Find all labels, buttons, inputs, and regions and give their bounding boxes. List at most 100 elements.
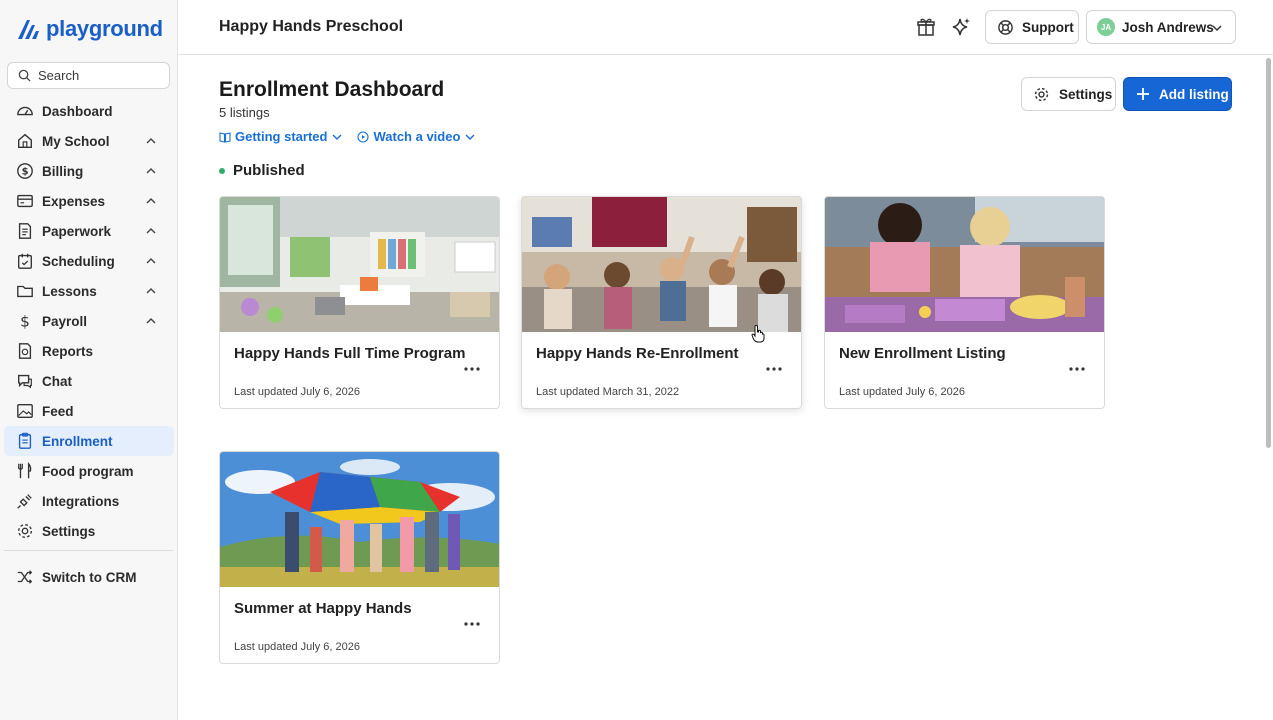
published-section-header: Published	[219, 162, 305, 179]
clipboard-icon	[15, 431, 35, 451]
play-circle-icon	[357, 130, 370, 143]
chevron-up-icon[interactable]	[145, 165, 157, 177]
more-options-icon[interactable]	[765, 363, 783, 375]
sidebar: playground Dashboard My School $ Billing…	[0, 0, 178, 720]
dollar-circle-icon: $	[15, 161, 35, 181]
search-box[interactable]	[7, 62, 170, 89]
shuffle-icon	[15, 567, 35, 587]
chevron-down-icon	[1212, 25, 1222, 32]
listing-title: Happy Hands Re-Enrollment	[536, 345, 739, 362]
section-label: Published	[233, 162, 305, 179]
settings-label: Settings	[1059, 86, 1113, 102]
plug-icon	[15, 491, 35, 511]
sidebar-item-my-school[interactable]: My School	[4, 126, 174, 156]
switch-to-crm-button[interactable]: Switch to CRM	[4, 562, 174, 592]
sidebar-item-label: Scheduling	[42, 253, 115, 269]
listing-card[interactable]: New Enrollment Listing Last updated July…	[824, 196, 1105, 409]
sidebar-item-label: My School	[42, 133, 110, 149]
watch-video-link[interactable]: Watch a video	[357, 129, 476, 144]
scrollbar[interactable]	[1263, 56, 1273, 720]
gift-icon[interactable]	[916, 17, 936, 37]
sidebar-item-label: Feed	[42, 403, 74, 419]
sidebar-item-settings[interactable]: Settings	[4, 516, 174, 546]
sidebar-item-food-program[interactable]: Food program	[4, 456, 174, 486]
listing-updated: Last updated July 6, 2026	[234, 641, 360, 653]
scrollbar-thumb[interactable]	[1266, 58, 1271, 448]
playground-logo-icon	[18, 20, 39, 39]
sidebar-item-integrations[interactable]: Integrations	[4, 486, 174, 516]
chevron-up-icon[interactable]	[145, 225, 157, 237]
getting-started-label: Getting started	[235, 129, 328, 144]
sidebar-item-label: Chat	[42, 373, 72, 389]
sidebar-item-label: Reports	[42, 343, 94, 359]
listing-image-kids-circle	[522, 197, 801, 332]
sidebar-item-reports[interactable]: Reports	[4, 336, 174, 366]
switch-to-crm-label: Switch to CRM	[42, 569, 137, 585]
listing-updated: Last updated July 6, 2026	[839, 386, 965, 398]
school-name: Happy Hands Preschool	[219, 18, 404, 35]
chevron-up-icon[interactable]	[145, 285, 157, 297]
sidebar-item-label: Dashboard	[42, 103, 113, 119]
listing-updated: Last updated July 6, 2026	[234, 386, 360, 398]
sidebar-nav: Dashboard My School $ Billing Expenses P…	[4, 96, 174, 546]
page-title: Enrollment Dashboard	[219, 78, 445, 101]
document-icon	[15, 221, 35, 241]
chevron-down-icon	[332, 134, 342, 140]
add-listing-button[interactable]: Add listing	[1123, 77, 1232, 111]
listing-card[interactable]: Happy Hands Full Time Program Last updat…	[219, 196, 500, 409]
getting-started-link[interactable]: Getting started	[219, 129, 343, 144]
more-options-icon[interactable]	[1068, 363, 1086, 375]
listing-title: Happy Hands Full Time Program	[234, 345, 466, 362]
search-input[interactable]	[38, 68, 158, 83]
logo[interactable]: playground	[16, 16, 163, 42]
dashboard-icon	[15, 101, 35, 121]
sidebar-item-label: Settings	[42, 523, 96, 539]
sidebar-item-expenses[interactable]: Expenses	[4, 186, 174, 216]
sidebar-item-enrollment[interactable]: Enrollment	[4, 426, 174, 456]
home-icon	[15, 131, 35, 151]
calendar-icon	[15, 251, 35, 271]
chat-icon	[15, 371, 35, 391]
more-options-icon[interactable]	[463, 363, 481, 375]
sparkle-icon[interactable]	[950, 16, 972, 38]
listing-card[interactable]: Summer at Happy Hands Last updated July …	[219, 451, 500, 664]
listing-updated: Last updated March 31, 2022	[536, 386, 680, 398]
utensils-icon	[15, 461, 35, 481]
sidebar-item-chat[interactable]: Chat	[4, 366, 174, 396]
listing-image-playdough	[825, 197, 1104, 332]
sidebar-item-billing[interactable]: $ Billing	[4, 156, 174, 186]
gear-icon	[15, 521, 35, 541]
user-menu-button[interactable]: JA Josh Andrews	[1086, 10, 1236, 44]
support-button[interactable]: Support	[985, 10, 1079, 44]
sidebar-item-label: Integrations	[42, 493, 120, 509]
sidebar-item-paperwork[interactable]: Paperwork	[4, 216, 174, 246]
listing-title: Summer at Happy Hands	[234, 600, 412, 617]
chevron-up-icon[interactable]	[145, 255, 157, 267]
image-icon	[15, 401, 35, 421]
folder-icon	[15, 281, 35, 301]
search-icon	[18, 69, 31, 82]
sidebar-item-lessons[interactable]: Lessons	[4, 276, 174, 306]
listing-count: 5 listings	[219, 105, 270, 120]
topbar: Happy Hands Preschool Support JA Josh An…	[178, 0, 1273, 55]
chevron-up-icon[interactable]	[145, 315, 157, 327]
listing-card[interactable]: Happy Hands Re-Enrollment Last updated M…	[521, 196, 802, 409]
listing-image-classroom	[220, 197, 499, 332]
more-options-icon[interactable]	[463, 618, 481, 630]
sidebar-item-label: Enrollment	[42, 433, 113, 449]
chevron-up-icon[interactable]	[145, 135, 157, 147]
status-dot	[219, 167, 225, 174]
sidebar-item-label: Paperwork	[42, 223, 112, 239]
avatar: JA	[1097, 18, 1115, 36]
chevron-up-icon[interactable]	[145, 195, 157, 207]
sidebar-item-dashboard[interactable]: Dashboard	[4, 96, 174, 126]
watch-video-label: Watch a video	[373, 129, 461, 144]
sidebar-divider	[4, 550, 173, 551]
sidebar-item-feed[interactable]: Feed	[4, 396, 174, 426]
sidebar-item-label: Expenses	[42, 193, 106, 209]
sidebar-item-payroll[interactable]: $ Payroll	[4, 306, 174, 336]
sidebar-item-scheduling[interactable]: Scheduling	[4, 246, 174, 276]
logo-text: playground	[46, 16, 163, 41]
dollar-icon: $	[15, 311, 35, 331]
settings-button[interactable]: Settings	[1021, 77, 1116, 111]
